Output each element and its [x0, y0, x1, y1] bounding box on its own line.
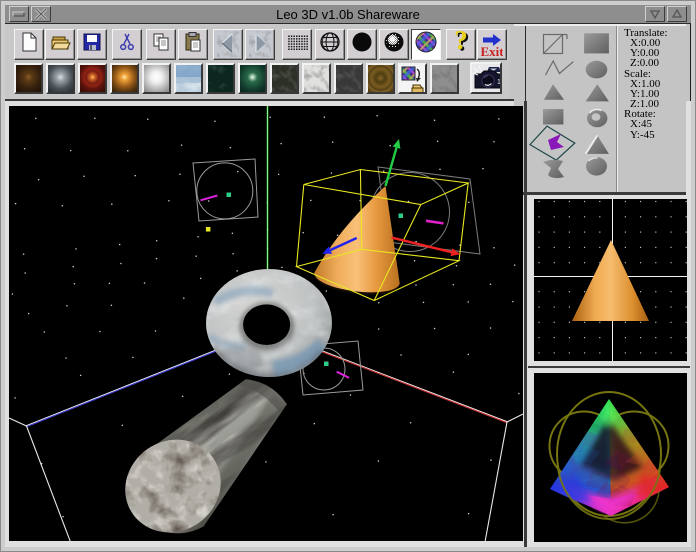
svg-text:1: 1: [497, 79, 501, 86]
svg-text:Exit: Exit: [481, 44, 503, 57]
svg-text:?: ?: [454, 31, 468, 55]
